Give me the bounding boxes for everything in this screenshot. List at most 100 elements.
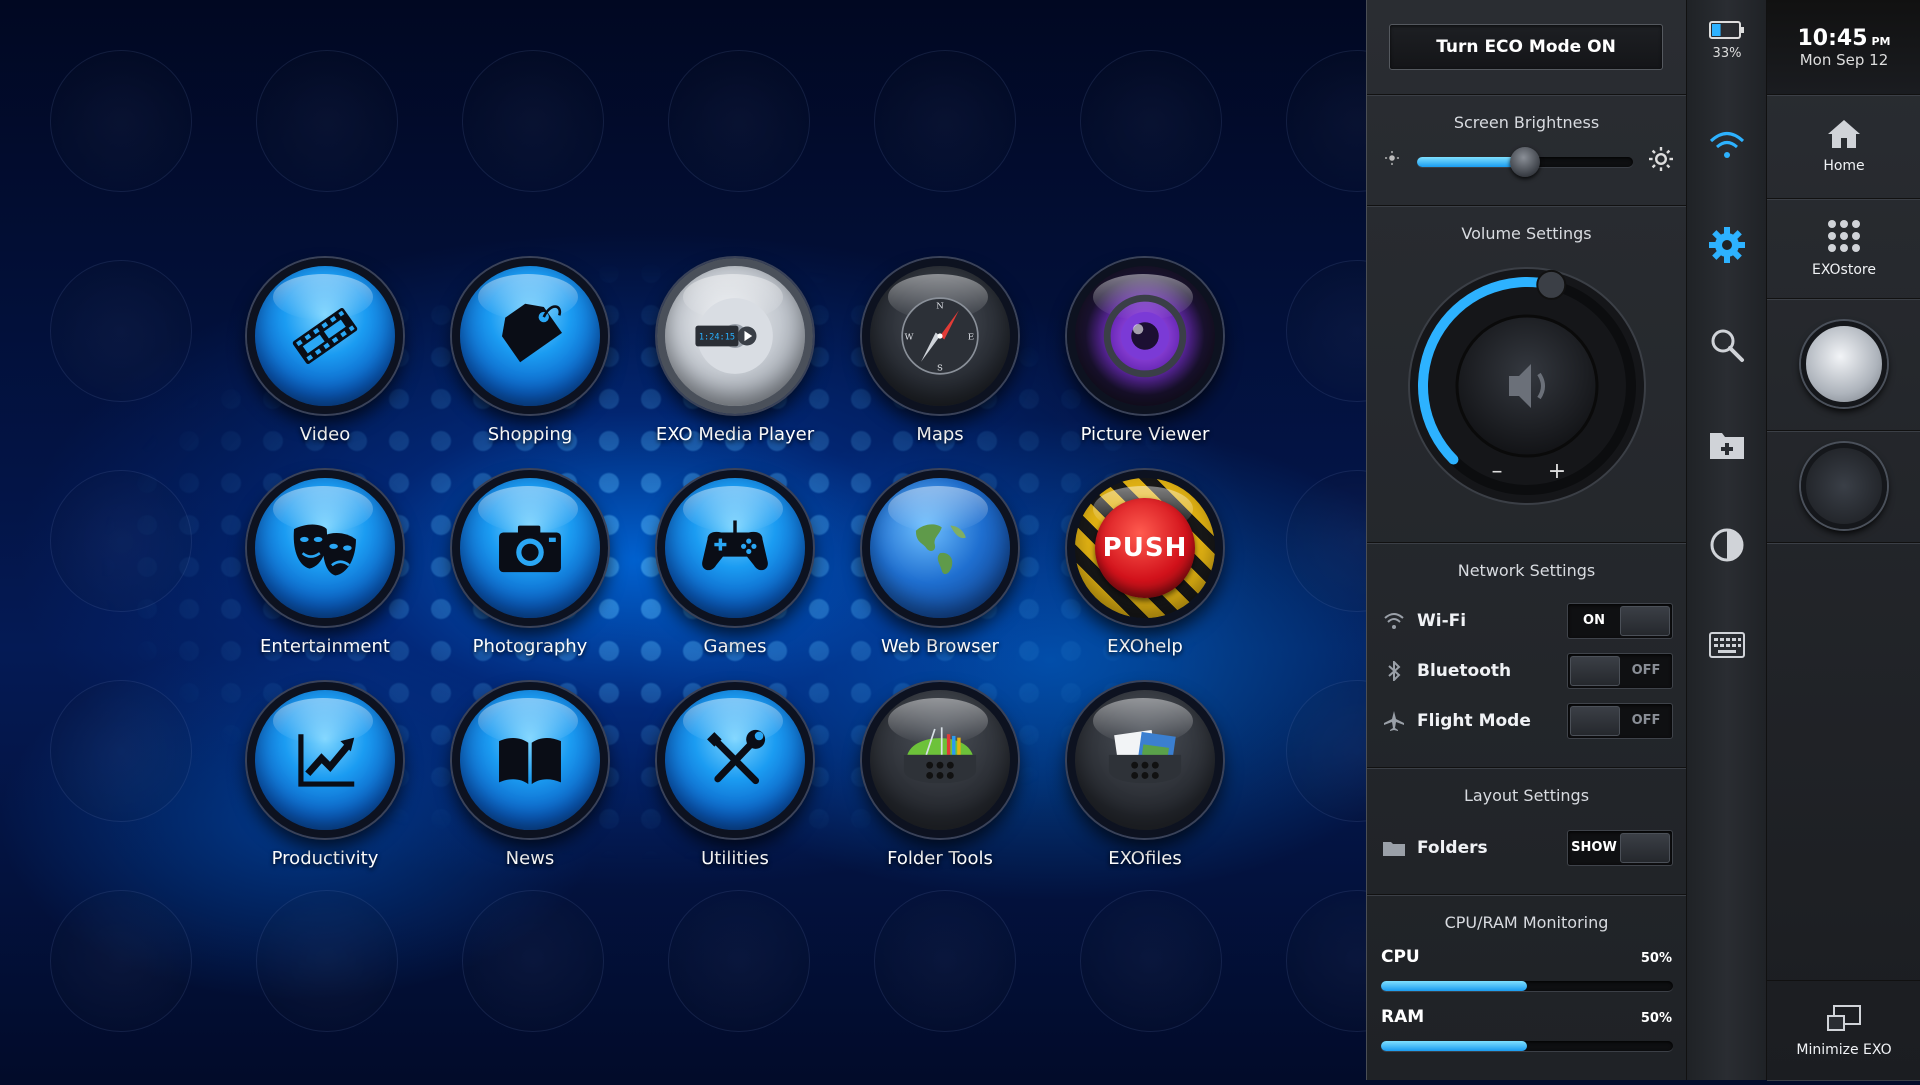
volume-minus[interactable]: – [1492, 459, 1503, 484]
app-exofiles[interactable]: EXOfiles [1045, 682, 1245, 882]
compass-icon [1801, 443, 1887, 529]
flight-mode-row: Flight Mode OFF [1381, 703, 1673, 739]
ram-meter [1381, 1041, 1673, 1051]
app-label: Folder Tools [887, 848, 993, 869]
app-label: EXOfiles [1108, 848, 1182, 869]
dock-app-media-player[interactable] [1767, 298, 1920, 431]
brightness-knob[interactable] [1510, 147, 1540, 177]
film-icon [247, 258, 403, 414]
app-folder-tools[interactable]: Folder Tools [840, 682, 1040, 882]
globe-icon [862, 470, 1018, 626]
app-photography[interactable]: Photography [430, 470, 630, 670]
background-circle [50, 470, 192, 612]
new-folder-tool-button[interactable] [1687, 410, 1767, 480]
cpu-percent: 50% [1640, 951, 1672, 966]
volume-knob[interactable] [1536, 269, 1567, 300]
app-picture-viewer[interactable]: Picture Viewer [1045, 258, 1245, 458]
background-circle [1080, 50, 1222, 192]
volume-title: Volume Settings [1461, 224, 1592, 243]
settings-tool-button[interactable] [1687, 210, 1767, 280]
volume-dial[interactable]: – + [1405, 264, 1649, 508]
folders-row: Folders SHOW [1381, 830, 1673, 866]
background-circle [50, 680, 192, 822]
eco-mode-button[interactable]: Turn ECO Mode ON [1389, 24, 1663, 70]
folder-files-icon [1067, 682, 1223, 838]
camera-lens-icon [1067, 258, 1223, 414]
settings-panel: Turn ECO Mode ON Screen Brightness Volum… [1366, 0, 1686, 1080]
monitor-title: CPU/RAM Monitoring [1444, 913, 1609, 932]
app-entertainment[interactable]: Entertainment [225, 470, 425, 670]
battery-icon [1709, 21, 1744, 39]
wifi-tool-button[interactable] [1687, 110, 1767, 180]
brightness-title: Screen Brightness [1453, 113, 1600, 132]
background-circle [256, 50, 398, 192]
background-circle [668, 890, 810, 1032]
app-utilities[interactable]: Utilities [635, 682, 835, 882]
network-title: Network Settings [1457, 561, 1596, 580]
volume-plus[interactable]: + [1548, 459, 1566, 484]
brightness-slider[interactable] [1417, 147, 1633, 177]
app-shopping[interactable]: Shopping [430, 258, 630, 458]
chart-arrow-icon [247, 682, 403, 838]
grid-icon [1828, 220, 1860, 252]
brightness-fill [1417, 157, 1525, 167]
dock-app-maps[interactable] [1767, 430, 1920, 543]
clock-date: Mon Sep 12 [1799, 50, 1889, 69]
minimize-exo-button[interactable]: Minimize EXO [1767, 980, 1920, 1081]
folder-icon [1381, 835, 1407, 861]
app-label: Productivity [271, 848, 379, 869]
cpu-meter [1381, 981, 1673, 991]
app-label: Shopping [487, 424, 573, 445]
new-folder-icon [1710, 433, 1744, 459]
search-icon [1711, 329, 1744, 362]
camera-icon [452, 470, 608, 626]
theater-masks-icon [247, 470, 403, 626]
wifi-state: ON [1583, 613, 1605, 628]
home-label: Home [1823, 158, 1865, 174]
airplane-icon [1381, 708, 1407, 734]
book-icon [452, 682, 608, 838]
wifi-label: Wi-Fi [1417, 611, 1467, 631]
app-label: EXO Media Player [655, 424, 815, 445]
app-label: Picture Viewer [1080, 424, 1210, 445]
app-games[interactable]: Games [635, 470, 835, 670]
app-label: Games [703, 636, 767, 657]
app-exohelp[interactable]: PUSH EXOhelp [1045, 470, 1245, 670]
background-circle [668, 50, 810, 192]
flight-mode-label: Flight Mode [1417, 711, 1531, 731]
battery-status: 33% [1687, 20, 1767, 61]
clock-time-row: 10:45 PM [1797, 26, 1890, 51]
compass-south-label: S [937, 363, 943, 373]
keyboard-tool-button[interactable] [1687, 610, 1767, 680]
tools-icon [657, 682, 813, 838]
app-maps[interactable]: N E S W Maps [840, 258, 1040, 458]
media-player-icon: 1:24:15 [657, 258, 813, 414]
app-label: Entertainment [260, 636, 390, 657]
clock-ampm: PM [1871, 34, 1891, 48]
minimize-icon [1827, 1005, 1861, 1031]
home-button[interactable]: Home [1767, 94, 1920, 199]
search-tool-button[interactable] [1687, 310, 1767, 380]
exostore-button[interactable]: EXOstore [1767, 198, 1920, 299]
battery-percent: 33% [1712, 46, 1742, 61]
folders-toggle[interactable]: SHOW [1567, 830, 1673, 866]
wifi-toggle[interactable]: ON [1567, 603, 1673, 639]
compass-icon: N E S W [862, 258, 1018, 414]
bluetooth-icon [1381, 658, 1407, 684]
background-circle [462, 890, 604, 1032]
app-web-browser[interactable]: Web Browser [840, 470, 1040, 670]
flight-mode-toggle[interactable]: OFF [1567, 703, 1673, 739]
app-label: EXOhelp [1107, 636, 1183, 657]
background-circle [874, 890, 1016, 1032]
app-productivity[interactable]: Productivity [225, 682, 425, 882]
contrast-tool-button[interactable] [1687, 510, 1767, 580]
folder-tools-icon [862, 682, 1018, 838]
app-label: Utilities [701, 848, 769, 869]
minimize-label: Minimize EXO [1796, 1042, 1892, 1058]
app-news[interactable]: News [430, 682, 630, 882]
bluetooth-toggle[interactable]: OFF [1567, 653, 1673, 689]
app-exo-media-player[interactable]: 1:24:15 EXO Media Player [635, 258, 835, 458]
app-video[interactable]: Video [225, 258, 425, 458]
bluetooth-state: OFF [1631, 663, 1661, 678]
compass-west-label: W [905, 332, 914, 342]
